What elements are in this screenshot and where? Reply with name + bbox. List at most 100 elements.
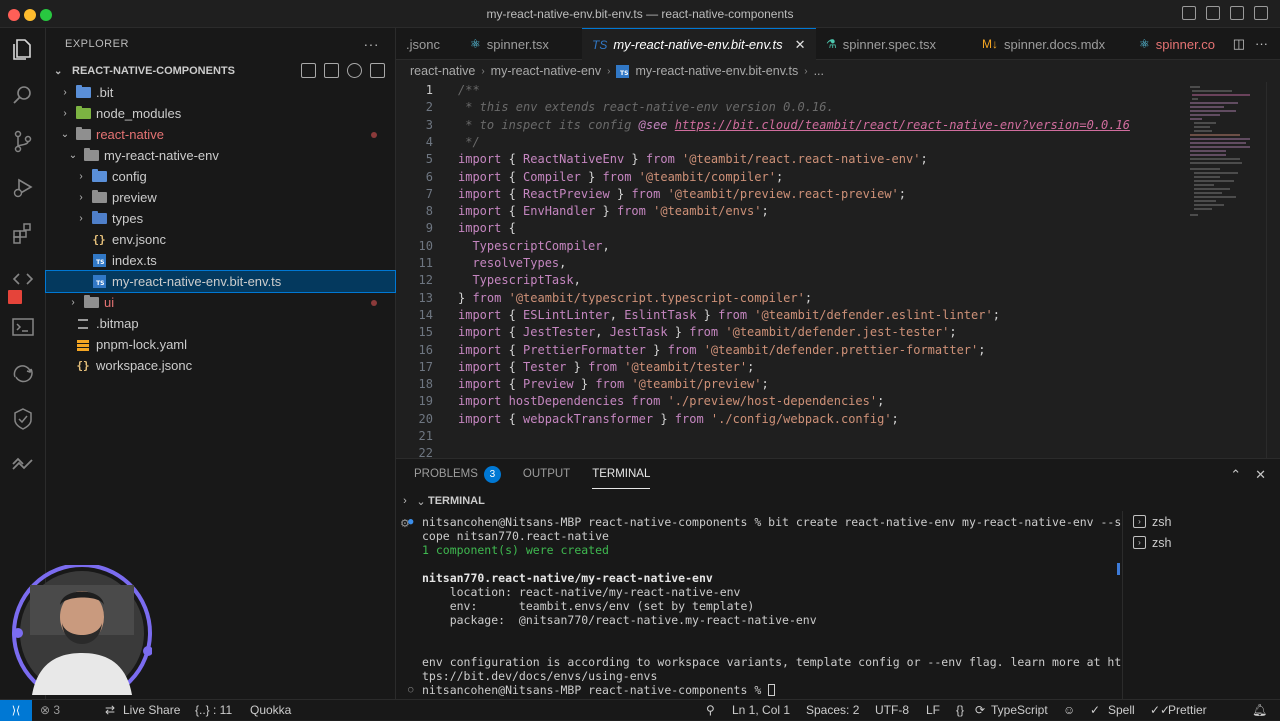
live-share-icon[interactable] — [10, 452, 36, 478]
breadcrumb-item[interactable]: my-react-native-env — [491, 64, 601, 78]
new-file-icon[interactable] — [301, 63, 316, 78]
source-control-icon[interactable] — [10, 128, 36, 154]
tree-item-label: env.jsonc — [112, 232, 166, 247]
brace-count-status[interactable]: {..} : 11 — [195, 703, 232, 717]
search-icon[interactable] — [10, 82, 36, 108]
chevron-right-icon: › — [63, 87, 67, 98]
terminal-line: env configuration is according to worksp… — [422, 655, 1121, 669]
customize-layout-icon[interactable] — [1254, 6, 1268, 20]
live-share-status[interactable]: Live Share — [123, 703, 180, 717]
command-decoration-icon[interactable]: ○ — [408, 683, 413, 697]
toggle-sidebar-icon[interactable] — [1182, 6, 1196, 20]
code-line: 6 import { Compiler } from '@teambit/comp… — [396, 169, 1196, 186]
remote-explorer-icon[interactable] — [10, 360, 36, 386]
code-token: /** — [458, 83, 480, 97]
editor-tab[interactable]: ⚗ spinner.spec.tsx — [816, 28, 936, 60]
workspace-section-header[interactable]: ⌄ REACT-NATIVE-COMPONENTS — [46, 60, 395, 82]
tree-item[interactable]: ⌄ react-native — [46, 124, 395, 145]
tree-item[interactable]: .bitmap — [46, 313, 395, 334]
terminal-header[interactable]: › ⌄ TERMINAL — [396, 491, 1280, 511]
code-line: 13} from '@teambit/typescript.typescript… — [396, 290, 1196, 307]
modified-dot — [371, 132, 377, 138]
terminal-icon[interactable] — [10, 314, 36, 340]
breadcrumb-item[interactable]: my-react-native-env.bit-env.ts — [635, 64, 798, 78]
tree-item[interactable]: › preview — [46, 187, 395, 208]
minimap[interactable] — [1190, 84, 1260, 234]
code-token: ; — [761, 377, 769, 392]
cursor-position[interactable]: Ln 1, Col 1 — [732, 703, 790, 717]
close-tab-icon[interactable]: ✕ — [795, 37, 806, 53]
notifications-icon[interactable]: 🔔︎ — [1252, 703, 1267, 717]
code-token: webpackTransformer — [523, 411, 654, 426]
terminal-instance[interactable]: › zsh — [1123, 511, 1280, 532]
testing-icon[interactable] — [10, 406, 36, 432]
panel-tab-output[interactable]: OUTPUT — [523, 459, 570, 489]
problems-status[interactable]: ⊗ 3 — [40, 703, 60, 717]
split-editor-icon[interactable]: ◫ — [1233, 36, 1245, 52]
tree-item[interactable]: pnpm-lock.yaml — [46, 334, 395, 355]
tree-item[interactable]: {} workspace.jsonc — [46, 355, 395, 376]
code-line: 2 * this env extends react-native-env ve… — [396, 99, 1196, 116]
breadcrumb-item[interactable]: ... — [814, 64, 824, 78]
tree-item[interactable]: › types — [46, 208, 395, 229]
refresh-icon[interactable] — [347, 63, 362, 78]
encoding-status[interactable]: UTF-8 — [875, 703, 909, 717]
new-folder-icon[interactable] — [324, 63, 339, 78]
tree-item[interactable]: ⌄ my-react-native-env — [46, 145, 395, 166]
pin-icon[interactable]: ⚲ — [706, 703, 715, 717]
more-actions-icon[interactable]: ··· — [364, 36, 380, 52]
editor-scrollbar[interactable] — [1266, 82, 1280, 458]
terminal-icon: › — [1133, 536, 1146, 549]
tree-item[interactable]: › node_modules — [46, 103, 395, 124]
tree-item[interactable]: › .bit — [46, 82, 395, 103]
terminal-output[interactable]: ● nitsancohen@Nitsans-MBP react-native-co… — [408, 515, 1122, 697]
terminal-instance[interactable]: › zsh — [1123, 532, 1280, 553]
breadcrumb-item[interactable]: react-native — [410, 64, 475, 78]
code-token: '@teambit/typescript.typescript-compiler… — [508, 290, 805, 305]
run-debug-icon[interactable] — [10, 174, 36, 200]
explorer-icon[interactable] — [10, 36, 36, 62]
terminal-line-text: env: teambit.envs/env (set by template) — [422, 599, 755, 613]
editor-tab[interactable]: TS my-react-native-env.bit-env.ts ✕ — [582, 28, 816, 60]
tree-item[interactable]: › ui — [46, 292, 395, 313]
prettier-status[interactable]: Prettier — [1168, 703, 1207, 717]
braces-icon[interactable]: {} — [956, 703, 964, 717]
code-token: } — [573, 377, 596, 392]
editor-tab[interactable]: M↓ spinner.docs.mdx — [972, 28, 1105, 60]
panel-tab-problems[interactable]: PROBLEMS 3 — [414, 459, 501, 489]
tree-item[interactable]: › config — [46, 166, 395, 187]
remote-indicator[interactable]: ⟩⟨ — [0, 700, 32, 721]
eol-status[interactable]: LF — [926, 703, 940, 717]
indentation-status[interactable]: Spaces: 2 — [806, 703, 859, 717]
quokka-status[interactable]: Quokka — [250, 703, 291, 717]
editor-tab[interactable]: ⚛ spinner.co — [1129, 28, 1215, 60]
panel-tab-terminal[interactable]: TERMINAL — [592, 459, 651, 489]
terminal-scrollbar[interactable] — [1117, 563, 1120, 575]
code-icon[interactable] — [10, 266, 36, 292]
spell-status[interactable]: Spell — [1108, 703, 1135, 717]
editor-tab[interactable]: ⚛ spinner.tsx — [460, 28, 549, 60]
command-decoration-icon[interactable]: ● — [408, 515, 413, 529]
line-number: 1 — [425, 83, 433, 97]
code-token: ; — [775, 169, 784, 184]
close-panel-icon[interactable]: ✕ — [1255, 467, 1266, 483]
maximize-panel-icon[interactable]: ⌃ — [1230, 467, 1241, 483]
record-icon[interactable] — [8, 290, 22, 304]
toggle-secondary-sidebar-icon[interactable] — [1230, 6, 1244, 20]
more-icon[interactable]: ··· — [1255, 36, 1268, 52]
copilot-icon[interactable]: ☺ — [1063, 703, 1075, 717]
toggle-panel-icon[interactable] — [1206, 6, 1220, 20]
tree-item[interactable]: TS my-react-native-env.bit-env.ts — [45, 270, 396, 293]
language-mode[interactable]: TypeScript — [991, 703, 1048, 717]
title-bar: my-react-native-env.bit-env.ts — react-n… — [0, 0, 1280, 28]
folder-open-icon — [75, 127, 91, 142]
code-token: import — [458, 204, 502, 219]
collapse-all-icon[interactable] — [370, 63, 385, 78]
editor-tab[interactable]: .jsonc — [396, 28, 440, 60]
chevron-down-icon: ⌄ — [60, 129, 70, 140]
code-editor[interactable]: 1 /** 2 * this env extends react-native-en… — [396, 82, 1280, 458]
extensions-icon[interactable] — [10, 220, 36, 246]
tree-item[interactable]: {} env.jsonc — [46, 229, 395, 250]
tree-item[interactable]: TS index.ts — [46, 250, 395, 271]
